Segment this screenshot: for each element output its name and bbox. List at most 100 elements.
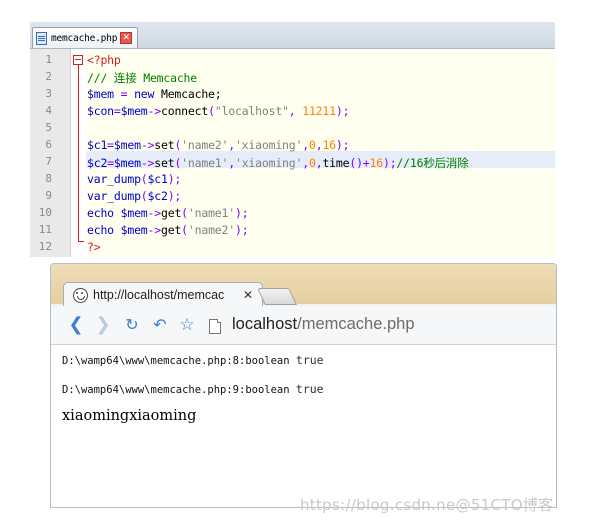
dump1-path: D:\wamp64\www\memcache.php:8:boolean — [62, 355, 296, 367]
reload-icon[interactable]: ↻ — [122, 315, 142, 335]
forward-arrow-icon[interactable]: ❯ — [93, 315, 113, 335]
code-token: ); — [167, 189, 182, 203]
line-number: 12 — [38, 240, 52, 253]
code-token: echo — [87, 206, 114, 220]
code-line: ?> — [87, 240, 101, 254]
code-line: /// 连接 Memcache — [87, 70, 197, 86]
browser-window: http://localhost/memcac ✕ ❮ ❯ ↻ ↶ ☆ loca… — [50, 263, 557, 508]
browser-tab-active[interactable]: http://localhost/memcac ✕ — [63, 282, 263, 307]
code-token: , — [228, 156, 235, 170]
php-file-icon — [36, 31, 47, 45]
code-token: $mem — [113, 156, 141, 170]
code-token: var_dump — [87, 189, 141, 203]
line-number: 7 — [45, 155, 52, 168]
code-token: 'name1' — [187, 206, 235, 220]
bookmark-star-icon[interactable]: ☆ — [177, 315, 197, 335]
code-token: ); — [335, 104, 350, 118]
code-token: = — [113, 104, 121, 118]
code-token: -> — [140, 138, 155, 152]
fold-guide — [78, 65, 79, 241]
code-token: ( — [140, 172, 148, 186]
line-number: 3 — [45, 87, 52, 100]
url-host: localhost — [232, 315, 298, 333]
code-line: echo $mem->get('name2'); — [87, 223, 249, 237]
code-token: get — [161, 206, 182, 220]
line-number: 5 — [45, 121, 52, 134]
close-icon[interactable]: ✕ — [120, 32, 133, 44]
code-token: get — [161, 223, 182, 237]
code-token: , — [302, 156, 309, 170]
favicon-icon — [73, 287, 88, 303]
dump2-path: D:\wamp64\www\memcache.php:9:boolean — [62, 384, 296, 396]
code-line: $con=$mem->connect("localhost", 11211); — [87, 104, 350, 118]
code-token: time — [322, 156, 350, 170]
code-line: <?php — [87, 53, 121, 67]
code-token: ); — [382, 156, 397, 170]
editor-tab-memcache[interactable]: memcache.php ✕ — [32, 27, 138, 48]
page-content: D:\wamp64\www\memcache.php:8:boolean tru… — [51, 345, 556, 507]
code-editor: memcache.php ✕ 1 <?php 2 /// 连接 Memcache 3 $m… — [30, 22, 555, 257]
code-line: echo $mem->get('name1'); — [87, 206, 249, 220]
line-number: 6 — [45, 138, 52, 151]
line-number: 1 — [45, 53, 52, 66]
code-token: = — [107, 156, 114, 170]
line-number: 11 — [38, 223, 52, 236]
code-token: 0 — [308, 138, 316, 152]
code-token: ( — [181, 223, 188, 237]
address-bar[interactable]: localhost/memcache.php — [232, 315, 415, 334]
code-token: , — [288, 104, 303, 118]
code-token: ( — [208, 104, 215, 118]
echo-output: xiaomingxiaoming — [62, 408, 197, 424]
code-token: = — [113, 87, 135, 101]
code-token: var_dump — [87, 172, 141, 186]
code-token: ); — [167, 172, 182, 186]
code-token: set — [154, 138, 175, 152]
code-token: //16秒后消除 — [396, 156, 469, 170]
browser-tab-strip: http://localhost/memcac ✕ — [51, 264, 556, 307]
close-tab-icon[interactable]: ✕ — [243, 288, 253, 302]
code-token: "localhost" — [214, 104, 289, 118]
code-token: , — [228, 138, 235, 152]
page-icon — [209, 319, 221, 334]
code-token: $mem — [120, 223, 148, 237]
code-token: connect — [161, 104, 209, 118]
back-arrow-icon[interactable]: ❮ — [66, 315, 86, 335]
code-token: echo — [87, 223, 114, 237]
code-token: 'name1' — [181, 156, 229, 170]
line-number: 2 — [45, 70, 52, 83]
code-line: $c2=$mem->set('name1','xiaoming',0,time(… — [87, 155, 469, 171]
fold-guide-end — [78, 241, 84, 242]
code-token: $mem — [87, 87, 114, 101]
new-tab-button[interactable] — [257, 288, 297, 305]
code-token: 11211 — [302, 104, 336, 118]
code-token: -> — [140, 156, 155, 170]
code-token: ); — [234, 223, 249, 237]
code-token: $c1 — [87, 138, 108, 152]
code-token: ?> — [87, 240, 101, 254]
code-line: var_dump($c1); — [87, 172, 181, 186]
code-token: 'xiaoming' — [234, 156, 303, 170]
dump1-value: true — [295, 353, 324, 367]
code-token: 'name2' — [187, 223, 235, 237]
undo-icon[interactable]: ↶ — [150, 315, 170, 335]
browser-toolbar: ❮ ❯ ↻ ↶ ☆ localhost/memcache.php — [51, 306, 556, 345]
code-token: $c2 — [147, 189, 168, 203]
code-token: /// 连接 Memcache — [87, 71, 198, 85]
url-path: /memcache.php — [297, 315, 415, 333]
editor-tab-bar: memcache.php ✕ — [30, 22, 555, 49]
watermark: https://blog.csdn.ne@51CTO博客 — [300, 496, 554, 514]
code-token: 0 — [308, 156, 316, 170]
code-token: -> — [147, 223, 162, 237]
code-token: ()+ — [349, 156, 370, 170]
fold-toggle-icon[interactable] — [73, 55, 83, 65]
code-token: -> — [147, 104, 162, 118]
code-token: 'name2' — [181, 138, 229, 152]
line-number: 10 — [38, 206, 52, 219]
code-token: ); — [234, 206, 249, 220]
code-token: 16 — [369, 156, 384, 170]
code-token: $mem — [113, 138, 141, 152]
code-token: new — [134, 87, 155, 101]
code-line: $mem = new Memcache; — [87, 87, 222, 101]
